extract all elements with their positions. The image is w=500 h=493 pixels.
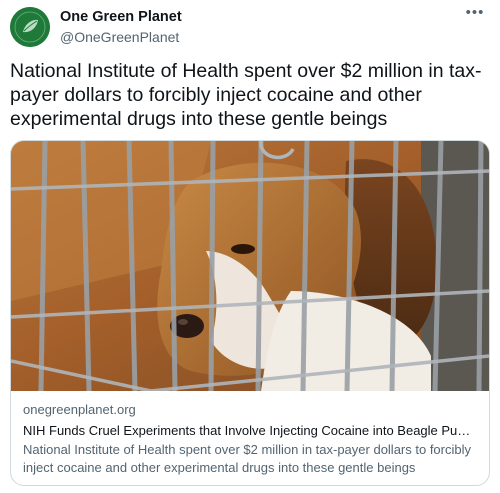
- more-options-icon[interactable]: •••: [462, 5, 488, 26]
- link-card[interactable]: onegreenplanet.org NIH Funds Cruel Exper…: [10, 140, 490, 486]
- card-domain: onegreenplanet.org: [23, 402, 136, 417]
- card-title[interactable]: NIH Funds Cruel Experiments that Involve…: [23, 422, 477, 440]
- card-body: onegreenplanet.org NIH Funds Cruel Exper…: [23, 401, 477, 477]
- tweet-text: National Institute of Health spent over …: [10, 60, 482, 130]
- card-image[interactable]: [11, 141, 489, 391]
- author-block: One Green Planet @OneGreenPlanet: [60, 8, 182, 46]
- planet-logo-icon: [10, 7, 50, 47]
- avatar[interactable]: [10, 7, 50, 47]
- handle[interactable]: @OneGreenPlanet: [60, 28, 182, 46]
- display-name[interactable]: One Green Planet: [60, 8, 182, 26]
- tweet[interactable]: One Green Planet @OneGreenPlanet ••• Nat…: [0, 0, 500, 493]
- card-description: National Institute of Health spent over …: [23, 442, 471, 475]
